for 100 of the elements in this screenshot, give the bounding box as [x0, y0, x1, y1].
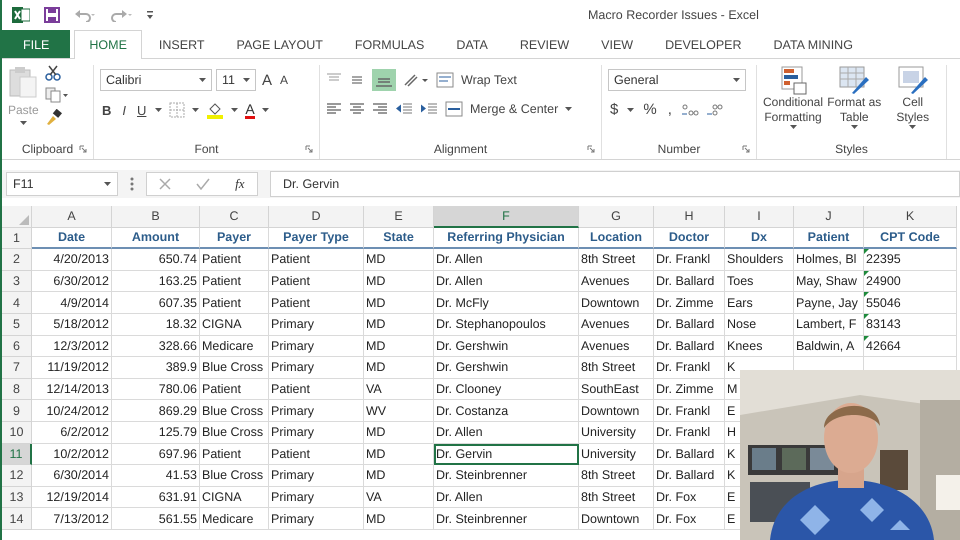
table-cell: Baldwin, A	[794, 336, 864, 358]
spreadsheet-logo-icon[interactable]	[12, 7, 30, 23]
launcher-icon[interactable]	[587, 145, 595, 153]
wrap-text-button[interactable]: Wrap Text	[461, 73, 517, 87]
row-header[interactable]: 10	[2, 422, 32, 444]
align-left-icon[interactable]	[326, 102, 342, 116]
ribbon-tab[interactable]: REVIEW	[504, 30, 584, 58]
ribbon-tab[interactable]: DATA	[441, 30, 503, 58]
row-header[interactable]: 3	[2, 270, 32, 292]
drag-handle-icon[interactable]	[130, 177, 134, 191]
table-cell: Primary	[269, 486, 364, 508]
wrap-text-icon[interactable]	[436, 72, 454, 88]
table-cell: MD	[364, 357, 434, 379]
decrease-indent-icon[interactable]	[395, 102, 413, 116]
launcher-icon[interactable]	[305, 145, 313, 153]
row-header[interactable]: 11	[2, 444, 32, 466]
ribbon-tab[interactable]: INSERT	[144, 30, 220, 58]
orientation-icon[interactable]	[403, 72, 429, 88]
table-cell: Patient	[269, 249, 364, 271]
paintbrush-icon[interactable]	[44, 109, 63, 125]
column-header[interactable]: D	[269, 206, 364, 228]
formula-field[interactable]: Dr. Gervin	[270, 171, 960, 197]
font-color-button[interactable]: A	[245, 102, 255, 118]
launcher-icon[interactable]	[742, 145, 750, 153]
table-cell: 328.66	[112, 336, 200, 358]
file-tab[interactable]: FILE	[2, 30, 70, 58]
row-header[interactable]: 12	[2, 465, 32, 487]
bold-button[interactable]: B	[100, 102, 114, 118]
column-header[interactable]: E	[364, 206, 434, 228]
merge-icon[interactable]	[445, 101, 463, 117]
ribbon-tab[interactable]: DATA MINING	[758, 30, 868, 58]
insert-function-button[interactable]: fx	[235, 176, 245, 192]
row-header[interactable]: 6	[2, 336, 32, 358]
decrease-decimal-icon[interactable]	[706, 102, 724, 118]
ribbon-tab[interactable]: FORMULAS	[340, 30, 440, 58]
cell-paintbrush-icon[interactable]	[896, 65, 929, 95]
column-header[interactable]: I	[725, 206, 794, 228]
table-cell: 8th Street	[579, 465, 654, 487]
styles-button[interactable]: Cell Styles	[886, 95, 940, 125]
row-header[interactable]: 7	[2, 357, 32, 379]
column-title: CPT Code	[864, 228, 957, 250]
customize-icon[interactable]	[146, 10, 154, 20]
merge-center-button[interactable]: Merge & Center	[470, 102, 558, 116]
align-center-icon[interactable]	[349, 102, 365, 116]
ribbon-tab[interactable]: PAGE LAYOUT	[222, 30, 338, 58]
row-header[interactable]: 2	[2, 249, 32, 271]
row-header[interactable]: 4	[2, 292, 32, 314]
ribbon-tab[interactable]: HOME	[74, 30, 142, 59]
align-right-icon[interactable]	[372, 102, 388, 116]
percent-button[interactable]: %	[641, 101, 659, 118]
row-header[interactable]: 9	[2, 400, 32, 422]
font-name-dropdown[interactable]: Calibri	[100, 69, 212, 91]
caret-icon	[231, 108, 238, 112]
grow-font-button[interactable]: A	[260, 72, 274, 88]
row-header[interactable]: 14	[2, 508, 32, 530]
increase-decimal-icon[interactable]	[680, 102, 699, 118]
comma-button[interactable]: ,	[666, 101, 674, 118]
row-header[interactable]: 1	[2, 228, 32, 250]
column-header[interactable]: A	[32, 206, 112, 228]
fill-color-icon[interactable]	[206, 101, 224, 119]
ribbon-tab[interactable]: DEVELOPER	[650, 30, 757, 58]
increase-indent-icon[interactable]	[420, 102, 438, 116]
table-paintbrush-icon[interactable]	[838, 65, 870, 95]
caret-icon	[909, 125, 916, 129]
italic-button[interactable]: I	[120, 102, 128, 118]
redo-icon[interactable]	[110, 8, 132, 22]
table-cell: Downtown	[579, 292, 654, 314]
launcher-icon[interactable]	[79, 145, 87, 153]
name-box[interactable]: F11	[6, 172, 118, 196]
column-title: Amount	[112, 228, 200, 250]
shrink-font-button[interactable]: A	[278, 73, 290, 87]
column-header[interactable]: G	[579, 206, 654, 228]
styles-button[interactable]: Conditional Formatting	[762, 95, 824, 125]
undo-icon[interactable]	[74, 8, 96, 22]
column-header[interactable]: J	[794, 206, 864, 228]
borders-icon[interactable]	[169, 102, 186, 118]
column-header[interactable]: F	[434, 206, 579, 228]
number-format-dropdown[interactable]: General	[608, 69, 746, 91]
column-header[interactable]: K	[864, 206, 957, 228]
copy-icon[interactable]	[44, 87, 69, 103]
styles-button[interactable]: Format as Table	[827, 95, 882, 125]
underline-button[interactable]: U	[135, 102, 148, 118]
table-cell: Patient	[269, 378, 364, 400]
currency-button[interactable]: $	[608, 101, 620, 118]
row-header[interactable]: 8	[2, 378, 32, 400]
save-icon[interactable]	[44, 7, 60, 23]
ribbon-tab[interactable]: VIEW	[586, 30, 648, 58]
table-cell: 12/14/2013	[32, 378, 112, 400]
font-size-dropdown[interactable]: 11	[216, 69, 256, 91]
column-header[interactable]: C	[200, 206, 269, 228]
row-header[interactable]: 13	[2, 486, 32, 508]
row-header[interactable]: 5	[2, 314, 32, 336]
scissors-icon[interactable]	[44, 65, 61, 81]
cancel-icon[interactable]	[159, 178, 172, 190]
table-cell: May, Shaw	[794, 270, 864, 292]
align-bottom-icon[interactable]	[372, 69, 396, 91]
clipboard-icon[interactable]	[8, 65, 38, 99]
column-header[interactable]: B	[112, 206, 200, 228]
column-header[interactable]: H	[654, 206, 725, 228]
check-icon[interactable]	[196, 178, 210, 190]
